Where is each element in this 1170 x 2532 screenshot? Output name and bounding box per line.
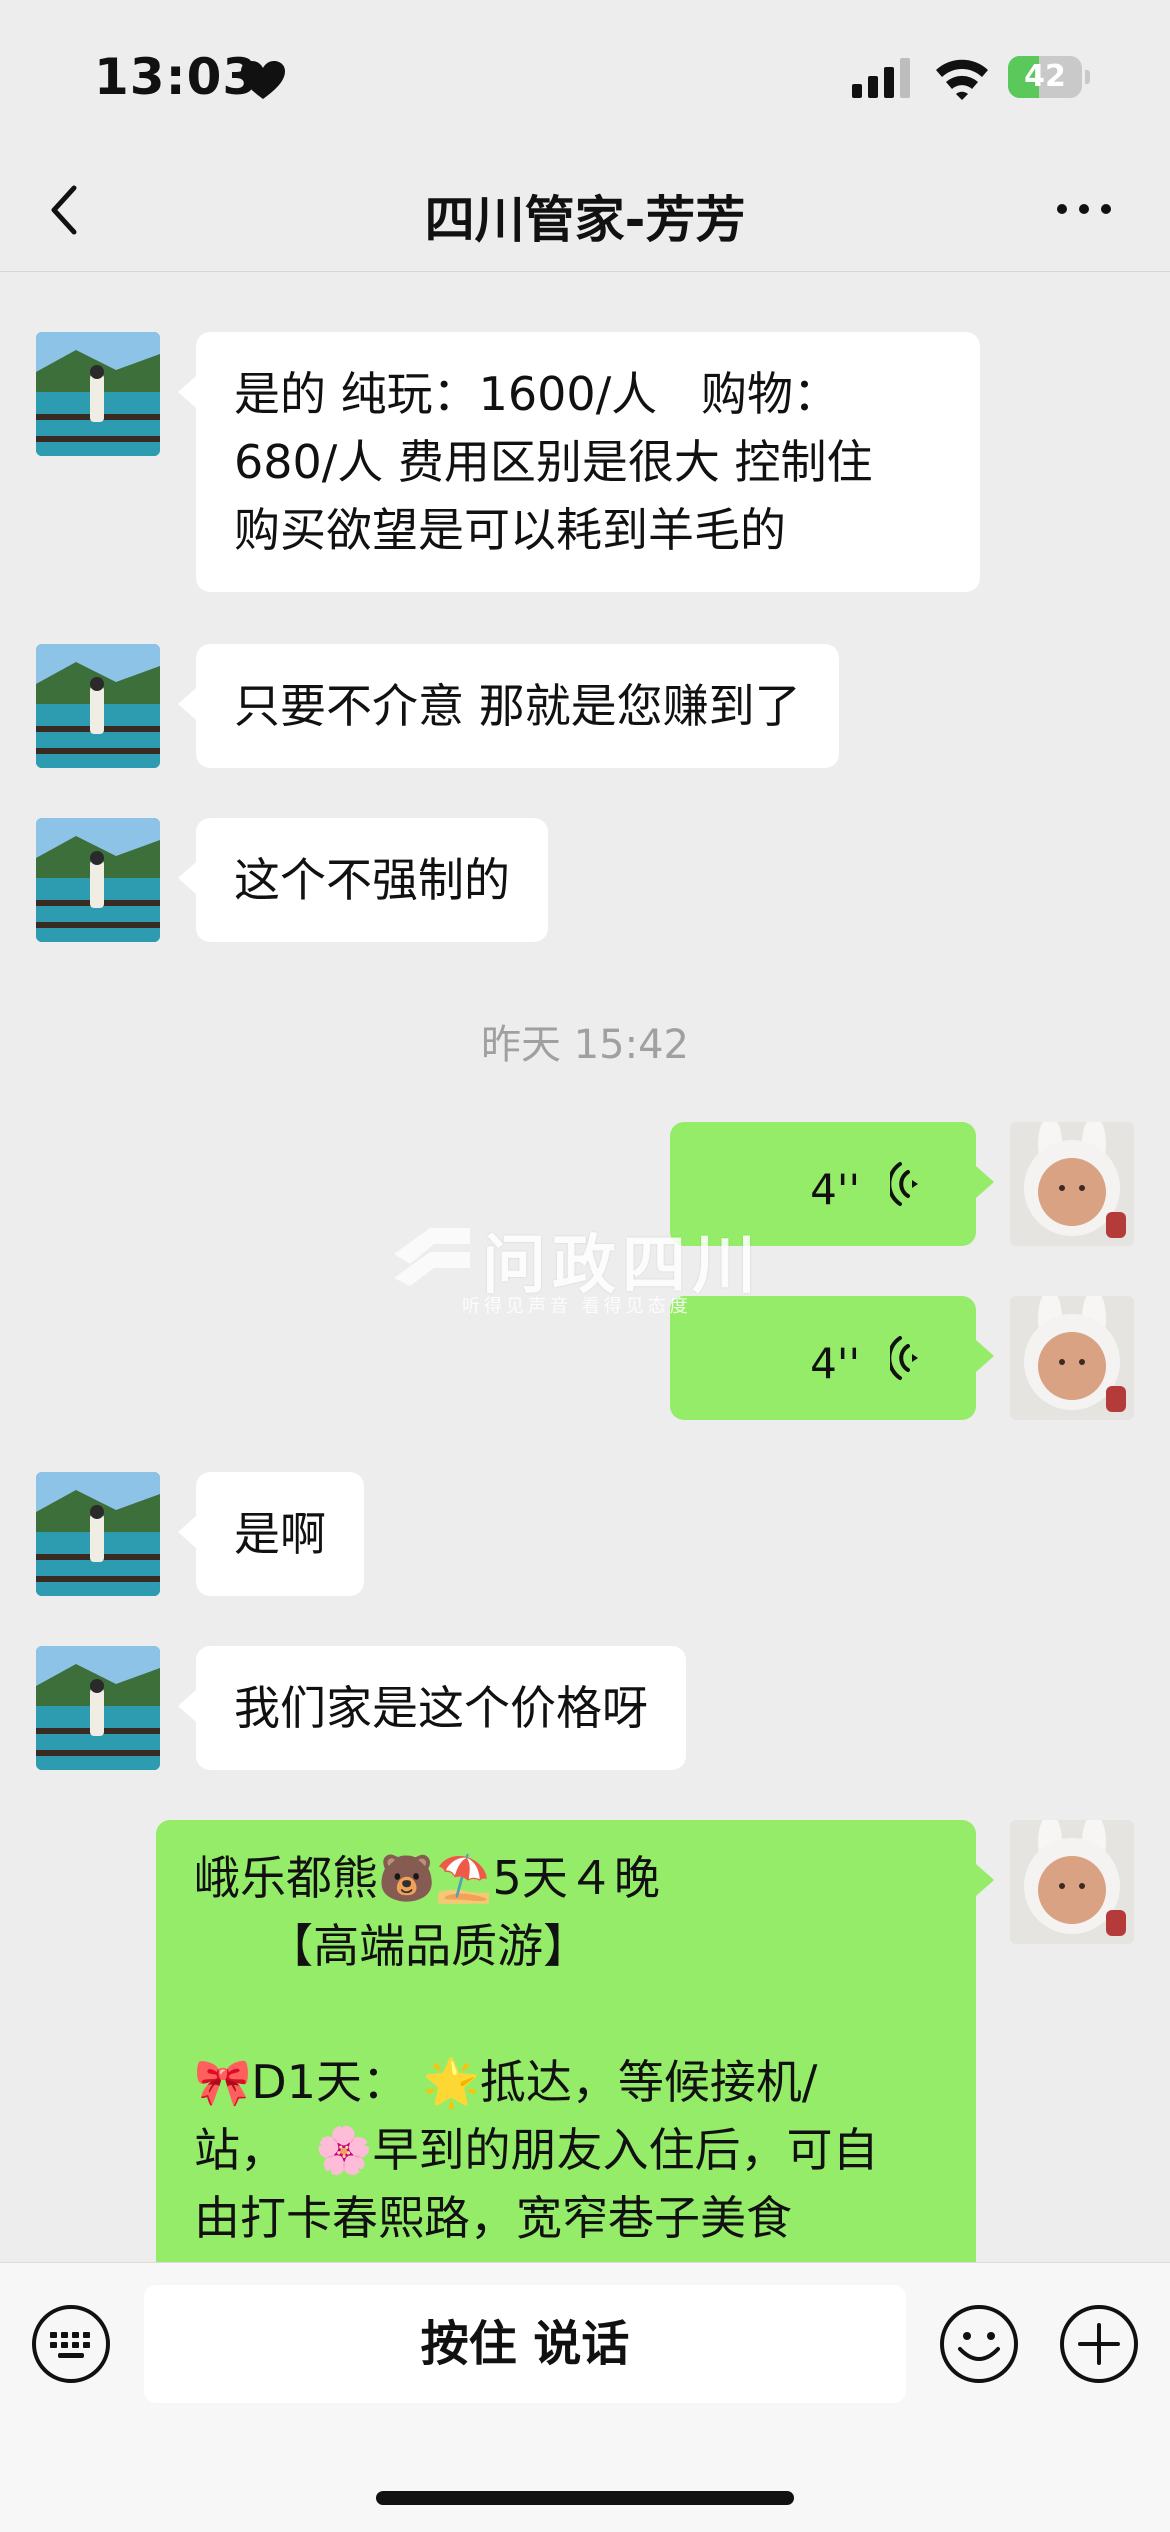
message-bubble-incoming[interactable]: 是的 纯玩：1600/人 购物： 680/人 费用区别是很大 控制住 购买欲望是… (178, 332, 980, 592)
my-avatar[interactable] (1010, 1820, 1134, 1944)
cellular-signal-icon (852, 58, 910, 98)
my-avatar[interactable] (1010, 1122, 1134, 1246)
message-bubble-incoming[interactable]: 是啊 (178, 1472, 364, 1596)
contact-avatar[interactable] (36, 1472, 160, 1596)
hold-to-talk-button[interactable]: 按住 说话 (144, 2285, 906, 2403)
contact-avatar[interactable] (36, 332, 160, 456)
message-text: 我们家是这个价格呀 (234, 1681, 648, 1735)
watermark: 问政四川 听得见声音 看得见态度 (390, 1214, 790, 1324)
message-text: 峨乐都熊🐻⛱️5天４晚 【高端品质游】 🎀D1天： 🌟抵达，等候接机/ 站， 🌸… (194, 1851, 879, 2245)
timestamp-divider: 昨天 15:42 (481, 1022, 689, 1068)
emoji-icon[interactable] (938, 2303, 1020, 2385)
message-bubble-incoming[interactable]: 这个不强制的 (178, 818, 548, 942)
status-time: 13:03 (94, 48, 259, 106)
contact-avatar[interactable] (36, 818, 160, 942)
chat-header: 四川管家-芳芳 (0, 150, 1170, 272)
wifi-icon (936, 59, 988, 100)
message-bubble-incoming[interactable]: 只要不介意 那就是您赚到了 (178, 644, 839, 768)
watermark-subtitle: 听得见声音 看得见态度 (462, 1296, 692, 1317)
keyboard-icon[interactable] (30, 2303, 112, 2385)
battery-percentage: 42 (1024, 59, 1066, 94)
voice-duration: 4'' (810, 1165, 860, 1214)
heart-icon (241, 61, 285, 99)
message-text: 只要不介意 那就是您赚到了 (234, 679, 801, 733)
message-text: 是啊 (234, 1507, 326, 1561)
voice-duration: 4'' (810, 1339, 860, 1388)
chat-input-bar: 按住 说话 (0, 2262, 1170, 2532)
more-options-icon[interactable] (1054, 194, 1114, 224)
message-bubble-incoming[interactable]: 我们家是这个价格呀 (178, 1646, 686, 1770)
contact-avatar[interactable] (36, 644, 160, 768)
message-text: 是的 纯玩：1600/人 购物： 680/人 费用区别是很大 控制住 购买欲望是… (234, 367, 873, 557)
chat-title: 四川管家-芳芳 (424, 191, 746, 249)
status-bar: 13:03 42 (0, 0, 1170, 150)
voice-wave-icon (890, 1162, 918, 1206)
home-indicator (376, 2491, 794, 2505)
voice-wave-icon (890, 1336, 918, 1380)
my-avatar[interactable] (1010, 1296, 1134, 1420)
battery-indicator: 42 (1008, 56, 1090, 98)
message-text: 这个不强制的 (234, 853, 510, 907)
plus-icon[interactable] (1058, 2303, 1140, 2385)
watermark-logo-icon (394, 1228, 470, 1286)
message-bubble-outgoing[interactable]: 峨乐都熊🐻⛱️5天４晚 【高端品质游】 🎀D1天： 🌟抵达，等候接机/ 站， 🌸… (156, 1820, 994, 2280)
contact-avatar[interactable] (36, 1646, 160, 1770)
